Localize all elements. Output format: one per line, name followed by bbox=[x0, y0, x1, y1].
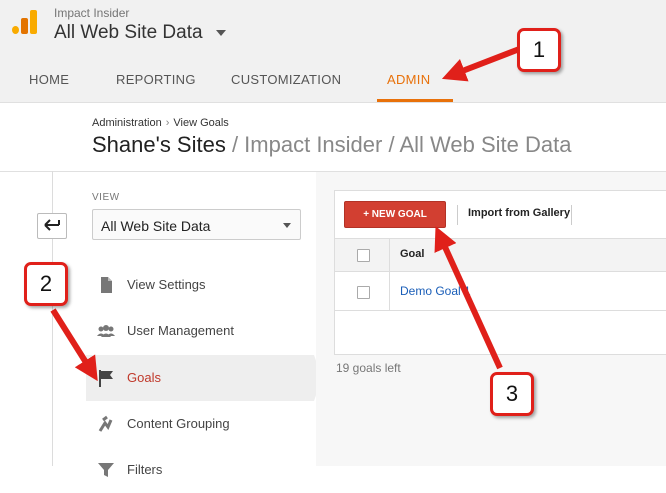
annotation-arrows bbox=[50, 45, 524, 382]
annotation-callout-2: 2 bbox=[24, 262, 68, 306]
annotation-callout-1: 1 bbox=[517, 28, 561, 72]
annotation-arrow-2 bbox=[50, 308, 98, 382]
annotation-arrow-3 bbox=[434, 226, 503, 370]
annotation-arrow-1 bbox=[441, 45, 524, 82]
annotation-callout-3: 3 bbox=[490, 372, 534, 416]
